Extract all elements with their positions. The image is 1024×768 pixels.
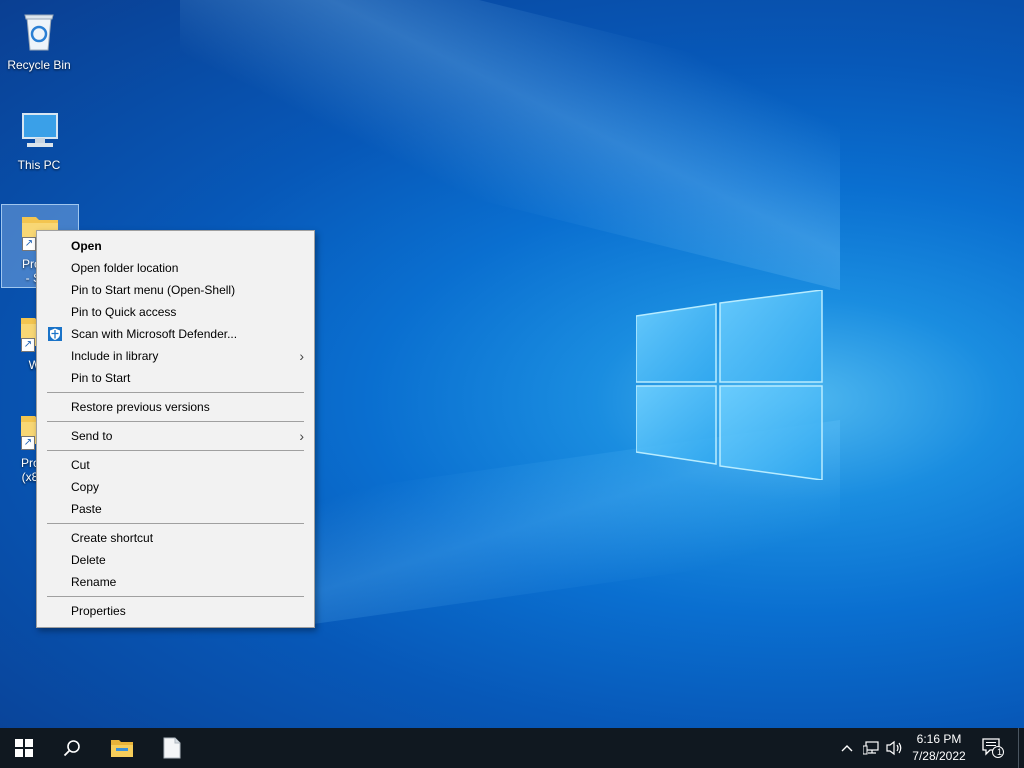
network-icon xyxy=(863,741,879,755)
menu-item-cut[interactable]: Cut xyxy=(37,454,314,476)
menu-item-open-folder-location[interactable]: Open folder location xyxy=(37,257,314,279)
menu-item-label: Send to xyxy=(71,429,113,443)
desktop-icon-label: Recycle Bin xyxy=(7,58,71,72)
menu-item-label: Create shortcut xyxy=(71,531,154,545)
defender-shield-icon xyxy=(48,327,62,341)
chevron-right-icon: › xyxy=(299,428,304,444)
start-button[interactable] xyxy=(0,728,48,768)
file-explorer-button[interactable] xyxy=(98,728,146,768)
menu-item-rename[interactable]: Rename xyxy=(37,571,314,593)
menu-separator xyxy=(47,392,304,393)
windows-logo-wallpaper xyxy=(636,290,823,480)
context-menu: Open Open folder location Pin to Start m… xyxy=(36,230,315,628)
menu-separator xyxy=(47,450,304,451)
volume-button[interactable] xyxy=(884,728,906,768)
shortcut-arrow-icon: ↗ xyxy=(21,338,35,352)
menu-item-delete[interactable]: Delete xyxy=(37,549,314,571)
menu-item-pin-to-start[interactable]: Pin to Start xyxy=(37,367,314,389)
menu-item-properties[interactable]: Properties xyxy=(37,600,314,622)
menu-separator xyxy=(47,523,304,524)
menu-item-label: Include in library xyxy=(71,349,159,363)
notepad-button[interactable] xyxy=(148,728,196,768)
windows-start-icon xyxy=(15,739,33,757)
menu-item-open[interactable]: Open xyxy=(37,235,314,257)
network-button[interactable] xyxy=(860,728,882,768)
menu-item-send-to[interactable]: Send to › xyxy=(37,425,314,447)
recycle-bin-icon xyxy=(15,6,63,54)
clock-date: 7/28/2022 xyxy=(912,749,966,763)
menu-item-label: Copy xyxy=(71,480,100,494)
menu-separator xyxy=(47,421,304,422)
search-icon xyxy=(63,740,80,757)
menu-item-label: Properties xyxy=(71,604,126,618)
desktop-icon-this-pc[interactable]: This PC xyxy=(0,106,78,172)
menu-item-pin-to-quick-access[interactable]: Pin to Quick access xyxy=(37,301,314,323)
menu-item-label: Delete xyxy=(71,553,106,567)
desktop-icon-label: This PC xyxy=(17,158,61,172)
menu-item-label: Cut xyxy=(71,458,90,472)
menu-item-label: Pin to Start xyxy=(71,371,131,385)
menu-item-label: Restore previous versions xyxy=(71,400,210,414)
menu-item-pin-to-start-menu-open-shell[interactable]: Pin to Start menu (Open-Shell) xyxy=(37,279,314,301)
menu-item-label: Pin to Start menu (Open-Shell) xyxy=(71,283,236,297)
shortcut-arrow-icon: ↗ xyxy=(21,436,35,450)
taskbar: 6:16 PM 7/28/2022 1 xyxy=(0,728,1024,768)
search-button[interactable] xyxy=(48,728,96,768)
menu-item-scan-with-defender[interactable]: Scan with Microsoft Defender... xyxy=(37,323,314,345)
menu-item-restore-previous-versions[interactable]: Restore previous versions xyxy=(37,396,314,418)
clock[interactable]: 6:16 PM 7/28/2022 xyxy=(904,731,974,765)
menu-item-label: Scan with Microsoft Defender... xyxy=(71,327,238,341)
notepad-icon xyxy=(163,737,181,759)
computer-icon xyxy=(15,106,63,154)
volume-icon xyxy=(886,740,902,756)
desktop-icon-recycle-bin[interactable]: Recycle Bin xyxy=(0,6,78,72)
menu-separator xyxy=(47,596,304,597)
notification-count-badge: 1 xyxy=(997,747,1003,757)
clock-time: 6:16 PM xyxy=(916,732,962,746)
file-explorer-icon xyxy=(111,740,133,757)
menu-item-label: Paste xyxy=(71,502,102,516)
menu-item-label: Open folder location xyxy=(71,261,179,275)
chevron-right-icon: › xyxy=(299,348,304,364)
menu-item-paste[interactable]: Paste xyxy=(37,498,314,520)
chevron-up-icon xyxy=(841,745,853,752)
show-desktop-button[interactable] xyxy=(1018,728,1024,768)
menu-item-label: Rename xyxy=(71,575,117,589)
menu-item-include-in-library[interactable]: Include in library › xyxy=(37,345,314,367)
show-hidden-icons-button[interactable] xyxy=(836,728,858,768)
menu-item-create-shortcut[interactable]: Create shortcut xyxy=(37,527,314,549)
shortcut-arrow-icon: ↗ xyxy=(22,237,36,251)
menu-item-label: Open xyxy=(71,239,102,253)
menu-item-copy[interactable]: Copy xyxy=(37,476,314,498)
menu-item-label: Pin to Quick access xyxy=(71,305,177,319)
action-center-button[interactable]: 1 xyxy=(978,728,1008,768)
